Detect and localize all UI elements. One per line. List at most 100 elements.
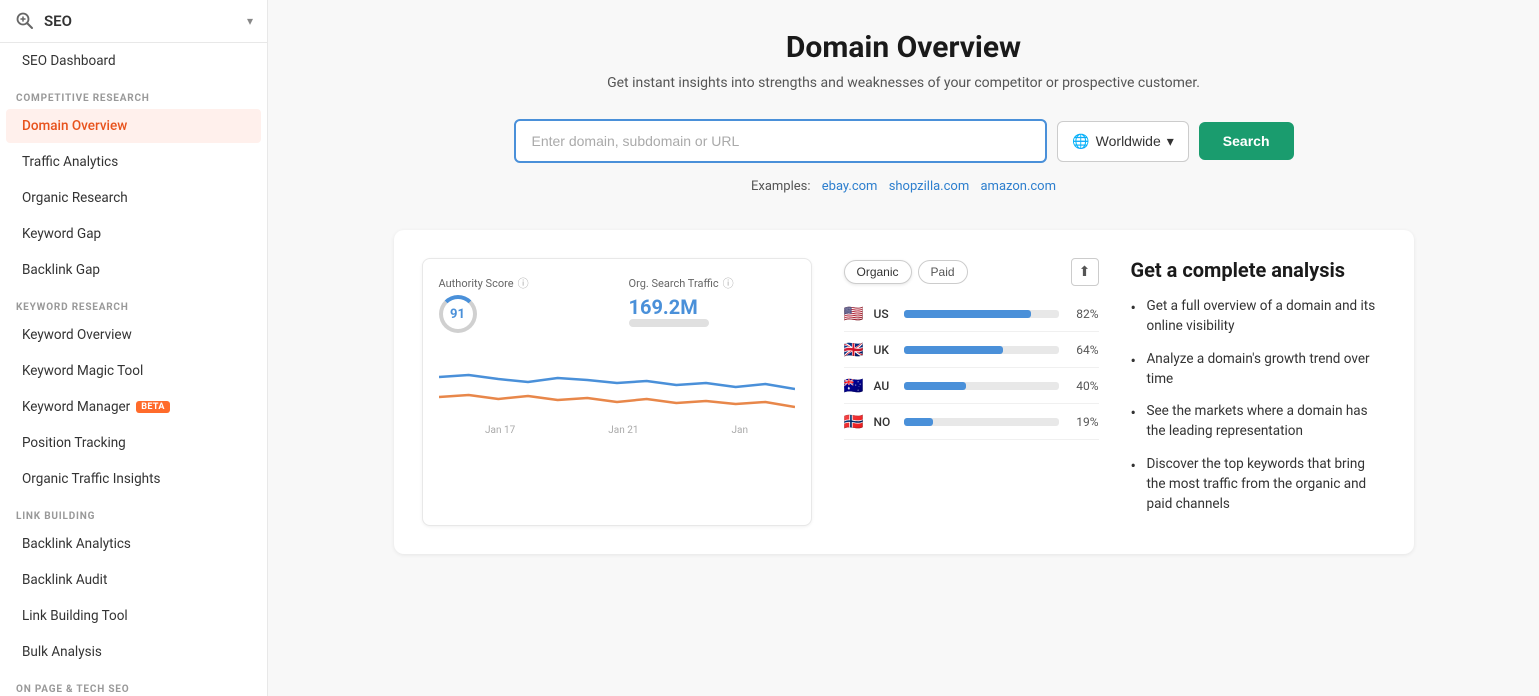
bar-fill-no — [904, 418, 933, 426]
chart-label-0: Jan 17 — [485, 425, 515, 436]
chart-label-1: Jan 21 — [608, 425, 638, 436]
preview-section: Authority Score ⓘ 91 Org. Search Traffic — [394, 230, 1414, 554]
bar-wrap-us — [904, 310, 1059, 318]
sidebar-item-backlink-analytics[interactable]: Backlink Analytics — [6, 527, 261, 561]
sidebar-item-link-building-tool[interactable]: Link Building Tool — [6, 599, 261, 633]
org-traffic-block: Org. Search Traffic ⓘ 169.2M — [629, 275, 795, 333]
search-bar: 🌐 Worldwide ▾ Search — [514, 119, 1294, 163]
card-stats-row: Authority Score ⓘ 91 Org. Search Traffic — [439, 275, 795, 333]
seo-icon — [14, 10, 36, 32]
country-row-us: 🇺🇸 US 82% — [844, 296, 1099, 332]
sidebar-item-keyword-gap[interactable]: Keyword Gap — [6, 217, 261, 251]
beta-badge: beta — [136, 401, 170, 413]
bar-wrap-au — [904, 382, 1059, 390]
sidebar-item-label: Keyword Manager — [22, 399, 130, 415]
section-label-keyword: KEYWORD RESEARCH — [0, 288, 267, 317]
main-content: Domain Overview Get instant insights int… — [268, 0, 1539, 696]
sidebar-item-backlink-audit[interactable]: Backlink Audit — [6, 563, 261, 597]
page-title: Domain Overview — [394, 30, 1414, 65]
chevron-down-icon: ▾ — [247, 14, 253, 28]
sidebar-title: SEO — [44, 12, 247, 30]
sidebar-item-bulk-analysis[interactable]: Bulk Analysis — [6, 635, 261, 669]
authority-score-block: Authority Score ⓘ 91 — [439, 275, 605, 333]
sidebar-item-position-tracking[interactable]: Position Tracking — [6, 426, 261, 460]
code-uk: UK — [874, 343, 896, 357]
sidebar-item-label: Backlink Audit — [22, 572, 107, 588]
sidebar-item-traffic-analytics[interactable]: Traffic Analytics — [6, 145, 261, 179]
bar-wrap-uk — [904, 346, 1059, 354]
chevron-down-icon: ▾ — [1167, 133, 1174, 150]
globe-icon: 🌐 — [1072, 133, 1089, 150]
example-link-amazon[interactable]: amazon.com — [980, 179, 1056, 194]
pct-uk: 64% — [1067, 343, 1099, 357]
authority-score-label: Authority Score — [439, 277, 514, 290]
examples-row: Examples: ebay.com shopzilla.com amazon.… — [394, 179, 1414, 194]
sidebar-header[interactable]: SEO ▾ — [0, 0, 267, 43]
sidebar-item-label: Position Tracking — [22, 435, 126, 451]
sidebar-item-label: Keyword Overview — [22, 327, 132, 343]
analysis-title: Get a complete analysis — [1131, 258, 1386, 282]
section-label-link-building: LINK BUILDING — [0, 497, 267, 526]
chart-area — [439, 347, 795, 419]
tab-row: Organic Paid ⬆ — [844, 258, 1099, 286]
bar-wrap-no — [904, 418, 1059, 426]
sidebar-item-label: Bulk Analysis — [22, 644, 102, 660]
bar-fill-uk — [904, 346, 1003, 354]
search-input-wrap — [514, 119, 1048, 163]
code-au: AU — [874, 379, 896, 393]
org-traffic-value: 169.2M — [629, 295, 698, 319]
export-button[interactable]: ⬆ — [1071, 258, 1099, 286]
pct-au: 40% — [1067, 379, 1099, 393]
list-item: Analyze a domain's growth trend over tim… — [1131, 349, 1386, 390]
org-traffic-label: Org. Search Traffic — [629, 277, 719, 290]
section-label-competitive: COMPETITIVE RESEARCH — [0, 79, 267, 108]
sidebar-item-organic-research[interactable]: Organic Research — [6, 181, 261, 215]
list-item: Discover the top keywords that bring the… — [1131, 454, 1386, 515]
example-link-shopzilla[interactable]: shopzilla.com — [889, 179, 970, 194]
code-us: US — [874, 307, 896, 321]
sidebar-item-label: Backlink Gap — [22, 262, 100, 278]
sidebar-item-keyword-magic-tool[interactable]: Keyword Magic Tool — [6, 354, 261, 388]
sidebar-item-label: Organic Traffic Insights — [22, 471, 160, 487]
search-button[interactable]: Search — [1199, 122, 1294, 160]
worldwide-label: Worldwide — [1096, 133, 1161, 149]
export-icon: ⬆ — [1079, 264, 1091, 280]
sidebar-item-label: Keyword Gap — [22, 226, 101, 242]
chart-label-2: Jan — [731, 425, 747, 436]
authority-circle: 91 — [439, 295, 477, 333]
sidebar-item-seo-dashboard[interactable]: SEO Dashboard — [6, 44, 261, 78]
examples-label: Examples: — [751, 179, 811, 194]
country-row-au: 🇦🇺 AU 40% — [844, 368, 1099, 404]
tab-paid[interactable]: Paid — [918, 260, 968, 284]
country-bars: Organic Paid ⬆ 🇺🇸 US 82% 🇬🇧 — [844, 258, 1099, 526]
country-row-uk: 🇬🇧 UK 64% — [844, 332, 1099, 368]
sidebar-item-domain-overview[interactable]: Domain Overview — [6, 109, 261, 143]
sidebar-item-keyword-overview[interactable]: Keyword Overview — [6, 318, 261, 352]
sidebar-item-label: Organic Research — [22, 190, 128, 206]
sidebar-item-label: Domain Overview — [22, 118, 127, 134]
list-item: Get a full overview of a domain and its … — [1131, 296, 1386, 337]
bar-fill-au — [904, 382, 966, 390]
chart-svg — [439, 347, 795, 419]
sidebar-item-backlink-gap[interactable]: Backlink Gap — [6, 253, 261, 287]
sidebar-item-organic-traffic-insights[interactable]: Organic Traffic Insights — [6, 462, 261, 496]
sidebar-item-keyword-manager[interactable]: Keyword Manager beta — [6, 390, 261, 424]
tab-organic[interactable]: Organic — [844, 260, 912, 284]
code-no: NO — [874, 415, 896, 429]
analysis-list: Get a full overview of a domain and its … — [1131, 296, 1386, 526]
example-link-ebay[interactable]: ebay.com — [822, 179, 878, 194]
search-input[interactable] — [514, 119, 1048, 163]
sidebar: SEO ▾ SEO Dashboard COMPETITIVE RESEARCH… — [0, 0, 268, 696]
sidebar-item-label: Keyword Magic Tool — [22, 363, 143, 379]
flag-no: 🇳🇴 — [844, 412, 866, 431]
flag-uk: 🇬🇧 — [844, 340, 866, 359]
sidebar-item-label: Backlink Analytics — [22, 536, 131, 552]
traffic-bar — [629, 319, 709, 327]
pct-us: 82% — [1067, 307, 1099, 321]
pct-no: 19% — [1067, 415, 1099, 429]
page-subtitle: Get instant insights into strengths and … — [394, 75, 1414, 91]
bar-fill-us — [904, 310, 1031, 318]
flag-au: 🇦🇺 — [844, 376, 866, 395]
authority-score-value: 91 — [450, 307, 465, 322]
worldwide-dropdown[interactable]: 🌐 Worldwide ▾ — [1057, 121, 1189, 162]
